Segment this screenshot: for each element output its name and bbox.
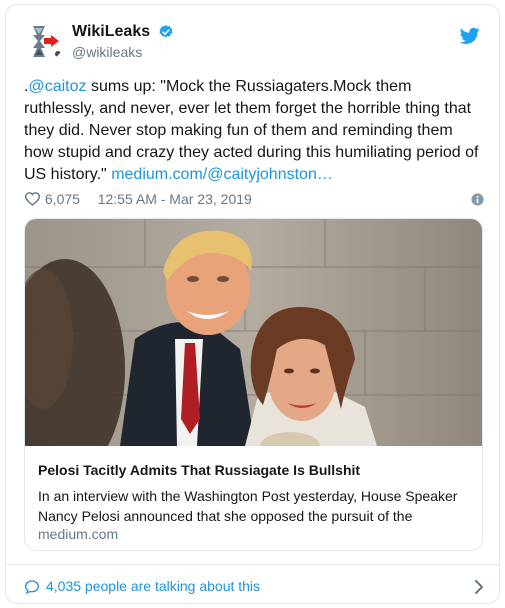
display-name[interactable]: WikiLeaks [72,23,150,41]
talking-count[interactable]: 4,035 people are talking about this [46,578,260,594]
footer-divider [6,564,499,565]
avatar[interactable] [24,21,64,61]
comment-bubble-icon [24,580,40,595]
card-title[interactable]: Pelosi Tacitly Admits That Russiagate Is… [38,462,360,478]
card-description: In an interview with the Washington Post… [38,488,458,524]
conversation-footer[interactable]: 4,035 people are talking about this [24,575,486,599]
chevron-right-icon[interactable] [474,579,484,595]
like-count[interactable]: 6,075 [45,191,80,207]
tweet-header: WikiLeaks @wikileaks [24,19,484,63]
tweet-card: WikiLeaks @wikileaks .@caitoz sums up: "… [5,4,500,604]
twitter-bird-icon[interactable] [460,27,480,45]
article-photo [25,219,482,446]
info-icon[interactable] [471,193,484,206]
timestamp[interactable]: 12:55 AM - Mar 23, 2019 [98,191,252,207]
card-domain: medium.com [38,526,119,542]
tweet-meta: 6,075 12:55 AM - Mar 23, 2019 [24,191,486,211]
handle[interactable]: @wikileaks [72,44,174,60]
tweet-text: .@caitoz sums up: "Mock the Russiagaters… [24,76,486,186]
link-preview-card[interactable]: Pelosi Tacitly Admits That Russiagate Is… [24,218,483,551]
verified-badge-icon [159,25,173,38]
mention-link[interactable]: @caitoz [28,78,86,95]
wikileaks-hourglass-logo [24,21,64,61]
article-link[interactable]: medium.com/@caityjohnston… [111,166,333,183]
author-names[interactable]: WikiLeaks @wikileaks [72,23,174,60]
heart-icon[interactable] [24,191,41,206]
